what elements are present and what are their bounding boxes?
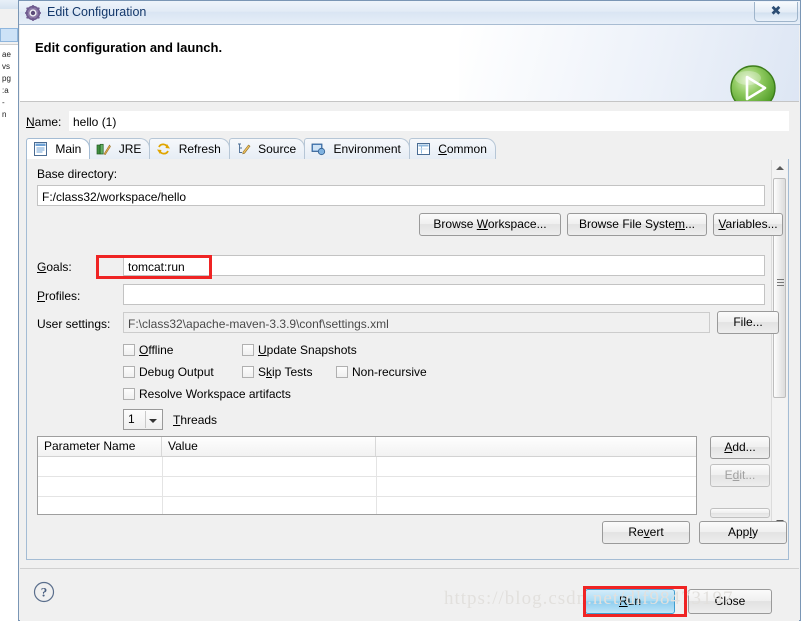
threads-combo-value: 1: [128, 412, 135, 426]
tab-environment[interactable]: Environment: [304, 138, 410, 159]
name-label: Name:: [26, 115, 62, 129]
column-header-parameter-name[interactable]: Parameter Name: [38, 437, 162, 456]
document-icon: [33, 142, 48, 156]
column-header-extra[interactable]: [376, 437, 696, 456]
help-question-icon[interactable]: ?: [33, 581, 55, 603]
dialog-banner: Edit configuration and launch.: [20, 25, 799, 102]
background-window-selection: [0, 28, 18, 42]
tab-refresh-label: Refresh: [178, 142, 221, 156]
banner-heading: Edit configuration and launch.: [35, 40, 223, 55]
base-directory-input[interactable]: [37, 185, 765, 206]
variables-button[interactable]: Variables...: [713, 213, 783, 236]
dialog-title: Edit Configuration: [47, 5, 147, 19]
refresh-arrows-icon: [156, 142, 171, 156]
threads-combo[interactable]: 1: [123, 409, 163, 430]
edit-parameter-button: Edit...: [710, 464, 770, 487]
profiles-label: Profiles:: [37, 289, 81, 303]
user-settings-input[interactable]: [123, 312, 710, 333]
table-row[interactable]: [38, 457, 696, 477]
user-settings-file-button[interactable]: File...: [717, 311, 779, 334]
common-window-icon: [416, 142, 431, 156]
tab-refresh[interactable]: Refresh: [149, 138, 230, 159]
close-icon: ✖: [770, 3, 782, 18]
checkbox-skip-tests[interactable]: Skip Tests: [242, 365, 312, 379]
tab-folder: Main JRE Refresh Source Environment Comm…: [26, 138, 789, 560]
run-button[interactable]: Run: [585, 589, 675, 614]
tab-common-label: Common: [438, 142, 487, 156]
scroll-up-arrow-icon[interactable]: [772, 160, 787, 176]
tab-strip: Main JRE Refresh Source Environment Comm…: [26, 138, 789, 160]
checkbox-update-snapshots[interactable]: Update Snapshots: [242, 343, 357, 357]
update-snapshots-checkbox-box[interactable]: [242, 344, 254, 356]
user-settings-label: User settings:: [37, 317, 111, 331]
environment-monitor-icon: [311, 142, 326, 156]
column-header-value[interactable]: Value: [162, 437, 376, 456]
remove-parameter-button: [710, 508, 770, 518]
tab-environment-label: Environment: [333, 142, 401, 156]
tab-main-label: Main: [55, 142, 82, 156]
svg-text:?: ?: [41, 585, 48, 600]
name-row: Name:: [26, 111, 789, 133]
name-input[interactable]: [69, 111, 789, 131]
dialog-bottom-bar: ?: [20, 568, 799, 621]
parameters-table[interactable]: Parameter Name Value: [37, 436, 697, 515]
browse-file-system-button[interactable]: Browse File System...: [567, 213, 707, 236]
add-parameter-button[interactable]: Add...: [710, 436, 770, 459]
screenshot-root: ae vs pg :a - n Edit Configuration ✖ Edi…: [0, 0, 801, 621]
tab-main-panel: Base directory: Browse Workspace... Brow…: [26, 159, 789, 560]
offline-checkbox-box[interactable]: [123, 344, 135, 356]
combo-separator: [145, 411, 146, 428]
goals-label: Goals:: [37, 260, 72, 274]
revert-button[interactable]: Revert: [602, 521, 690, 544]
tab-jre[interactable]: JRE: [89, 138, 151, 159]
checkbox-debug-output[interactable]: Debug Output: [123, 365, 214, 379]
close-dialog-button[interactable]: Close: [688, 589, 772, 614]
run-green-arrow-icon: [728, 63, 778, 101]
edit-configuration-dialog: Edit Configuration ✖ Edit configuration …: [18, 0, 801, 621]
table-row[interactable]: [38, 497, 696, 514]
jre-books-icon: [96, 142, 112, 156]
non-recursive-checkbox-box[interactable]: [336, 366, 348, 378]
scrollbar-thumb[interactable]: [773, 178, 786, 398]
resolve-workspace-checkbox-box[interactable]: [123, 388, 135, 400]
background-window-text: ae vs pg :a - n: [0, 45, 20, 621]
background-window-toolbar: [0, 9, 20, 45]
tab-jre-label: JRE: [118, 142, 142, 156]
source-pencil-icon: [236, 142, 251, 156]
tab-common[interactable]: Common: [408, 138, 496, 159]
goals-input[interactable]: [123, 255, 765, 276]
base-directory-label: Base directory:: [37, 167, 118, 181]
dialog-titlebar[interactable]: Edit Configuration ✖: [19, 1, 800, 25]
checkbox-offline[interactable]: Offline: [123, 343, 173, 357]
chevron-down-icon: [149, 419, 157, 423]
apply-button[interactable]: Apply: [699, 521, 787, 544]
tab-source[interactable]: Source: [228, 138, 306, 159]
table-row[interactable]: [38, 477, 696, 497]
launch-config-icon: [25, 5, 41, 21]
threads-label: Threads: [173, 413, 218, 427]
checkbox-resolve-workspace-artifacts[interactable]: Resolve Workspace artifacts: [123, 387, 291, 401]
parameters-table-header: Parameter Name Value: [38, 437, 696, 457]
tab-main[interactable]: Main: [26, 138, 91, 159]
debug-output-checkbox-box[interactable]: [123, 366, 135, 378]
browse-workspace-button[interactable]: Browse Workspace...: [419, 213, 561, 236]
window-close-button[interactable]: ✖: [754, 2, 798, 22]
skip-tests-checkbox-box[interactable]: [242, 366, 254, 378]
checkbox-non-recursive[interactable]: Non-recursive: [336, 365, 427, 379]
tab-source-label: Source: [258, 142, 297, 156]
profiles-input[interactable]: [123, 284, 765, 305]
dialog-content: Name: hello (1) Main JRE Refresh Source …: [20, 102, 799, 568]
